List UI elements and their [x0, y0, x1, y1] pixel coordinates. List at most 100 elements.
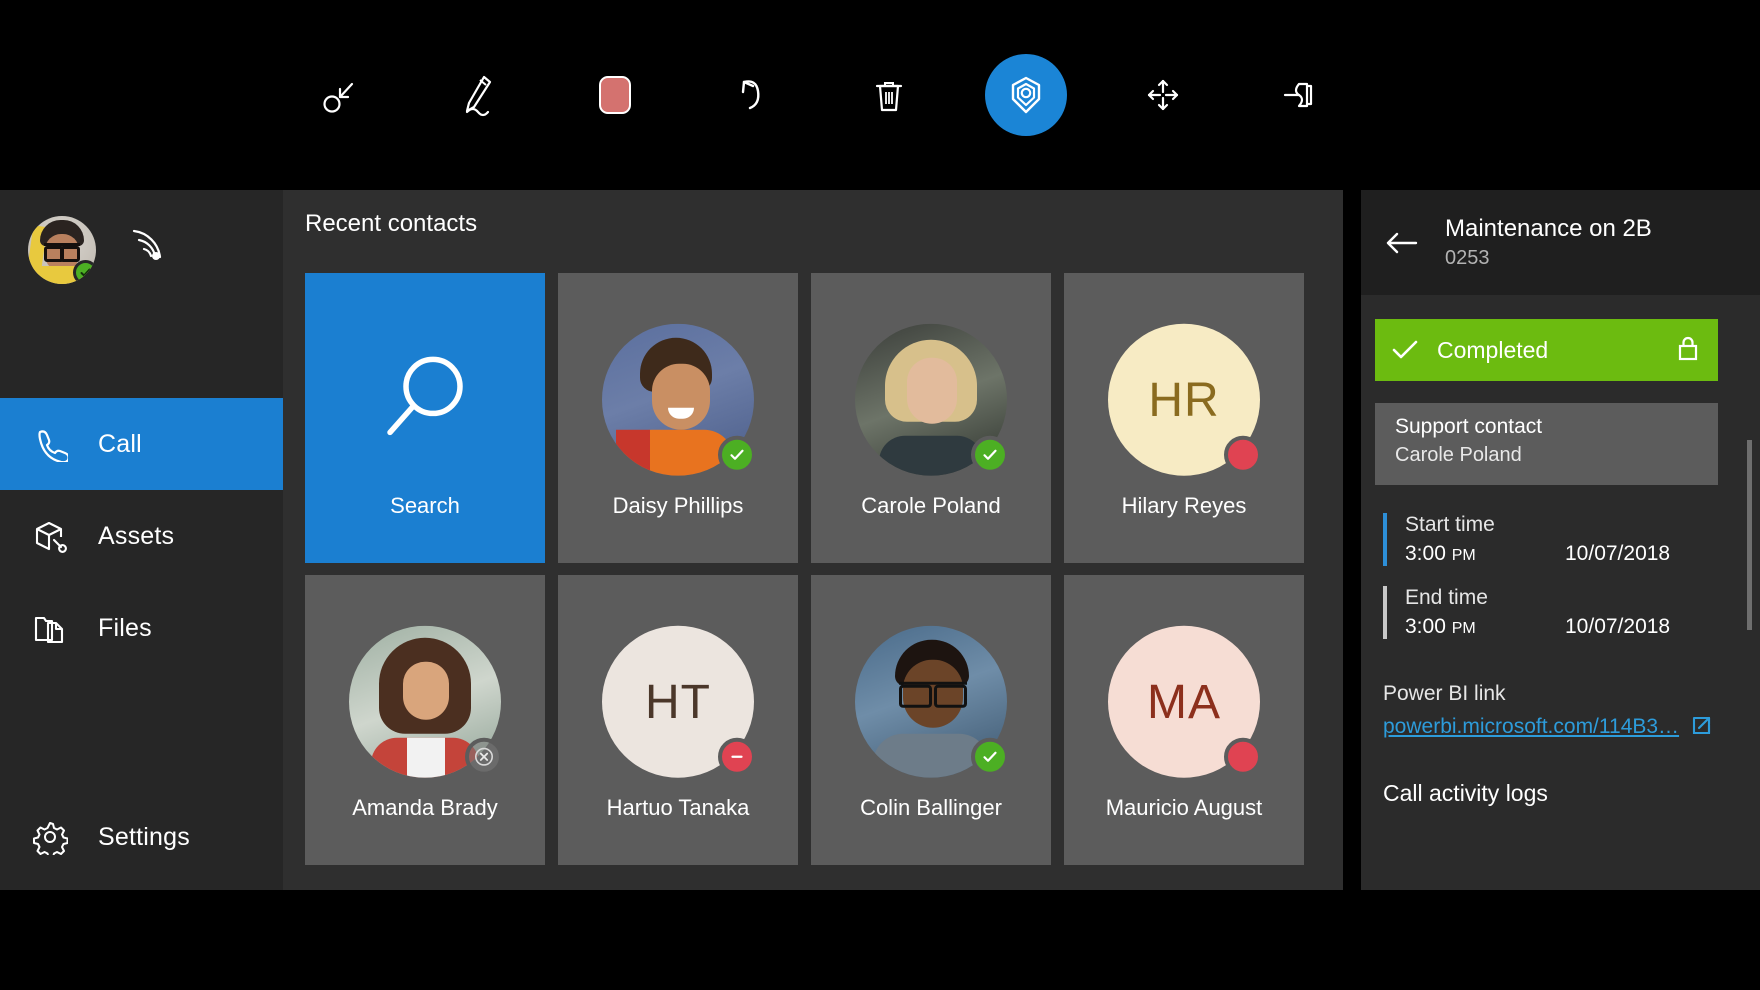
end-time-block: End time 3:00 PM 10/07/2018 [1383, 586, 1713, 639]
minus-icon [728, 748, 746, 766]
presence-badge-available [73, 260, 96, 284]
pin-tool[interactable] [1259, 54, 1341, 136]
end-time-value: 3:00 PM [1405, 615, 1565, 639]
move-arrows-icon [1141, 73, 1185, 117]
sidebar-item-assets[interactable]: Assets [0, 490, 283, 582]
start-time-value: 3:00 PM [1405, 542, 1565, 566]
contact-tile[interactable]: Amanda Brady [305, 575, 545, 865]
gear-icon [32, 819, 78, 855]
color-swatch-button[interactable] [574, 54, 656, 136]
avatar-initials-text: HT [645, 674, 711, 729]
checkmark-icon [981, 748, 999, 766]
avatar-initials-text: MA [1147, 674, 1221, 729]
ink-pen-tool[interactable] [437, 54, 519, 136]
contact-tile[interactable]: Colin Ballinger [811, 575, 1051, 865]
contact-tile[interactable]: Daisy Phillips [558, 273, 798, 563]
presence-badge-available [971, 436, 1009, 474]
left-sidebar: Call Assets [0, 190, 283, 890]
contact-tile[interactable]: HT Hartuo Tanaka [558, 575, 798, 865]
hololens-call-app: Call Assets [0, 0, 1760, 990]
contact-name: Daisy Phillips [558, 493, 798, 519]
powerbi-link-url[interactable]: powerbi.microsoft.com/114B3… [1383, 715, 1679, 739]
end-time-ampm: PM [1452, 620, 1476, 637]
back-arrow-icon [1383, 228, 1423, 258]
contact-tile[interactable]: MA Mauricio August [1064, 575, 1304, 865]
sidebar-item-label: Call [98, 430, 142, 459]
checkmark-icon [79, 266, 92, 279]
app-shell: Call Assets [0, 190, 1760, 890]
contact-name: Hilary Reyes [1064, 493, 1304, 519]
checkmark-icon [728, 446, 746, 464]
undo-arrow-icon [730, 72, 774, 118]
panel-scrollbar-thumb[interactable] [1747, 440, 1752, 630]
powerbi-link-label: Power BI link [1383, 682, 1723, 706]
panel-header: Maintenance on 2B 0253 [1361, 190, 1760, 295]
external-link-icon[interactable] [1691, 712, 1715, 741]
search-tile[interactable]: Search [305, 273, 545, 563]
pen-icon [456, 71, 500, 119]
sidebar-item-call[interactable]: Call [0, 398, 283, 490]
status-badge[interactable]: Completed [1375, 319, 1718, 381]
presence-badge-available [718, 436, 756, 474]
pushpin-icon [1277, 75, 1323, 115]
lock-icon [1676, 334, 1700, 367]
magnifier-icon [375, 350, 475, 459]
place-hologram-tool[interactable] [985, 54, 1067, 136]
undo-tool[interactable] [711, 54, 793, 136]
start-time-label: Start time [1405, 513, 1713, 537]
folder-document-icon [32, 610, 78, 646]
close-icon [474, 747, 494, 767]
end-time-clock: 3:00 [1405, 615, 1446, 638]
call-activity-logs-heading: Call activity logs [1383, 780, 1548, 807]
sidebar-item-settings[interactable]: Settings [0, 791, 283, 883]
contact-tile[interactable]: Carole Poland [811, 273, 1051, 563]
status-label: Completed [1437, 337, 1676, 364]
start-time-block: Start time 3:00 PM 10/07/2018 [1383, 513, 1713, 566]
back-button[interactable] [1383, 223, 1423, 263]
contact-name: Amanda Brady [305, 795, 545, 821]
contact-name: Carole Poland [811, 493, 1051, 519]
sidebar-item-files[interactable]: Files [0, 582, 283, 674]
support-contact-card[interactable]: Support contact Carole Poland [1375, 403, 1718, 485]
sidebar-item-label: Files [98, 614, 152, 643]
sidebar-item-label: Settings [98, 823, 190, 852]
support-contact-value: Carole Poland [1395, 444, 1698, 467]
end-time-date: 10/07/2018 [1565, 615, 1670, 639]
start-time-date: 10/07/2018 [1565, 542, 1670, 566]
panel-subtitle: 0253 [1445, 247, 1652, 270]
box-wrench-icon [32, 518, 78, 554]
contact-name: Mauricio August [1064, 795, 1304, 821]
user-avatar[interactable] [28, 216, 96, 284]
powerbi-link-block: Power BI link powerbi.microsoft.com/114B… [1383, 682, 1723, 741]
search-tile-label: Search [305, 493, 545, 519]
recent-contacts-panel: Recent contacts Search [283, 190, 1343, 890]
presence-badge-offline [465, 738, 503, 776]
checkmark-icon [1391, 339, 1421, 361]
presence-badge-busy [718, 738, 756, 776]
sidebar-nav: Call Assets [0, 398, 283, 674]
presence-badge-away [1224, 436, 1262, 474]
page-title: Recent contacts [305, 210, 477, 238]
presence-badge-away [1224, 738, 1262, 776]
wifi-signal-icon [126, 225, 172, 272]
select-lasso-tool[interactable] [300, 54, 382, 136]
panel-scrollbar-track[interactable] [1751, 312, 1756, 890]
checkmark-icon [981, 446, 999, 464]
end-time-label: End time [1405, 586, 1713, 610]
panel-title: Maintenance on 2B [1445, 215, 1652, 243]
contacts-grid: Search Daisy Phillips [305, 273, 1304, 865]
cursor-select-icon [319, 73, 363, 117]
contact-tile[interactable]: HR Hilary Reyes [1064, 273, 1304, 563]
delete-tool[interactable] [848, 54, 930, 136]
presence-badge-available [971, 738, 1009, 776]
profile-row[interactable] [28, 216, 172, 284]
phone-icon [32, 426, 78, 462]
start-time-ampm: PM [1452, 547, 1476, 564]
start-time-clock: 3:00 [1405, 542, 1446, 565]
move-tool[interactable] [1122, 54, 1204, 136]
task-detail-panel: Maintenance on 2B 0253 Completed [1361, 190, 1760, 890]
contact-name: Colin Ballinger [811, 795, 1051, 821]
sidebar-item-label: Assets [98, 522, 174, 551]
avatar-initials-text: HR [1148, 372, 1219, 427]
holographic-toolbar [0, 0, 1760, 190]
